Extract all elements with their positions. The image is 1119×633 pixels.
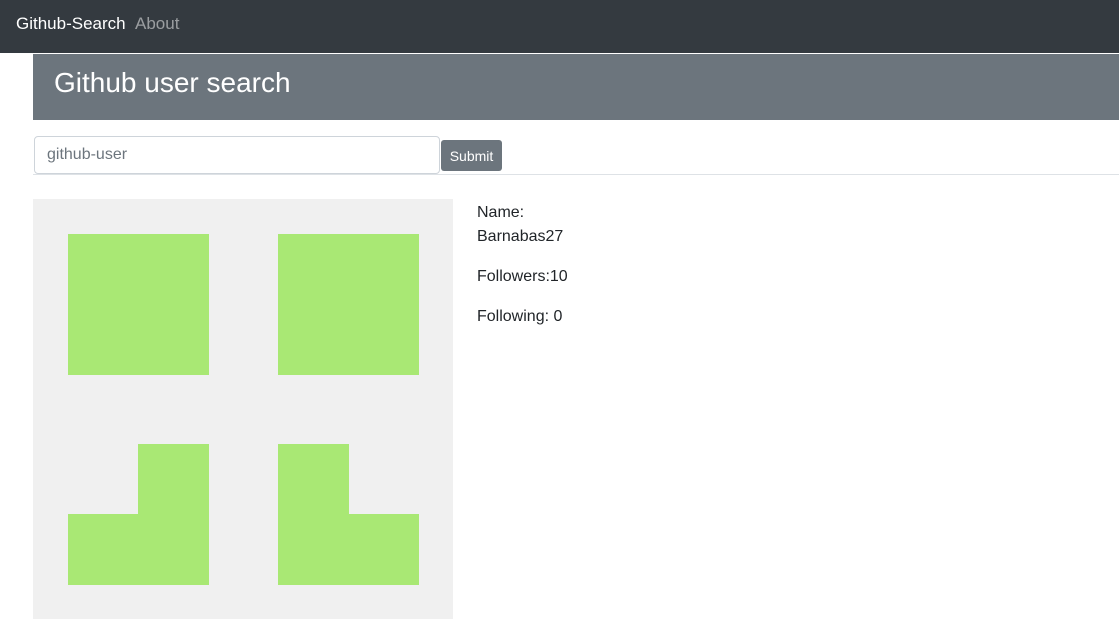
followers-row: Followers:10 <box>477 265 568 289</box>
following-row: Following: 0 <box>477 305 568 329</box>
followers-label: Followers: <box>477 268 550 285</box>
search-input[interactable] <box>34 136 440 174</box>
nav-brand-link[interactable]: Github-Search <box>16 14 126 34</box>
submit-button[interactable]: Submit <box>441 140 502 171</box>
avatar-block-top-right <box>278 234 419 375</box>
page-title: Github user search <box>54 67 291 98</box>
followers-value: 10 <box>549 268 568 285</box>
nav-about-link[interactable]: About <box>135 14 179 34</box>
name-value: Barnabas27 <box>477 228 564 245</box>
search-form: Submit <box>33 120 1119 175</box>
user-avatar <box>33 199 453 619</box>
avatar-block-top-left <box>68 234 209 375</box>
name-label: Name: <box>477 204 525 221</box>
following-value: 0 <box>553 308 563 325</box>
following-label: Following: <box>477 308 554 325</box>
page-header: Github user search <box>33 54 1119 120</box>
user-info: Name: Barnabas27 Followers:10 Following:… <box>477 201 568 329</box>
navbar: Github-Search About <box>0 0 1119 53</box>
user-name-row: Name: Barnabas27 <box>477 201 568 249</box>
